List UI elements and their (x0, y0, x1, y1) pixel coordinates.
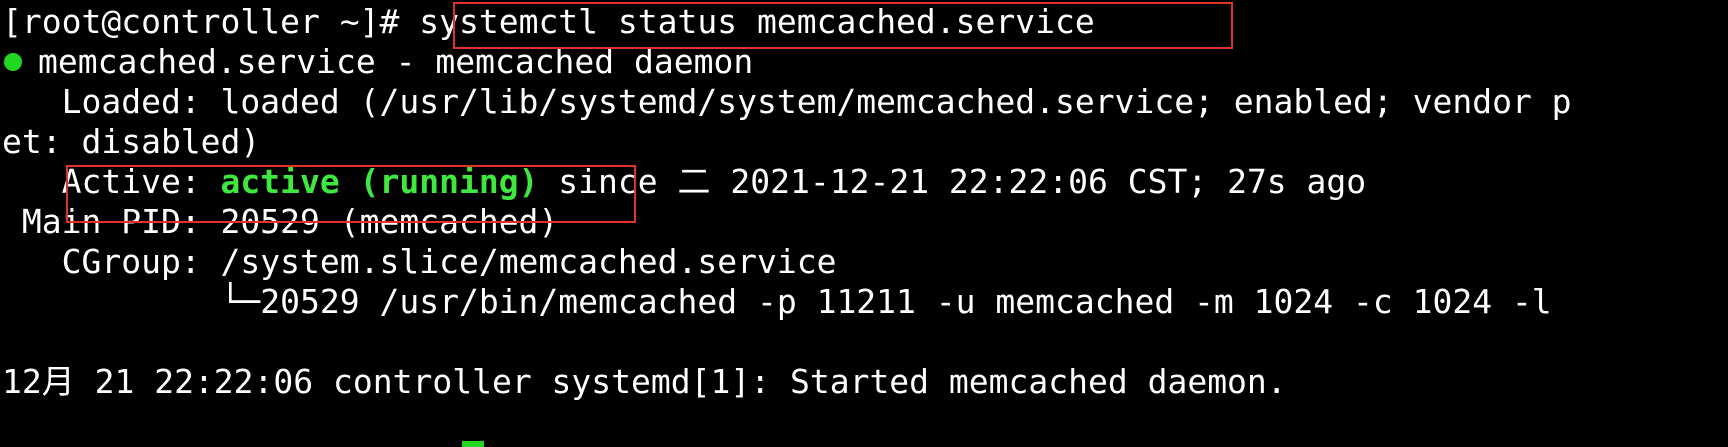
loaded-line-wrap: et: disabled) (2, 122, 261, 161)
cgroup-process-line: └─20529 /usr/bin/memcached -p 11211 -u m… (2, 282, 1552, 321)
active-since: since 二 2021-12-21 22:22:06 CST; 27s ago (538, 162, 1367, 201)
terminal-cursor (462, 441, 484, 447)
status-dot-icon (4, 53, 22, 71)
cgroup-line: CGroup: /system.slice/memcached.service (2, 242, 837, 281)
log-line: 12月 21 22:22:06 controller systemd[1]: S… (2, 362, 1287, 401)
command-highlight-box (453, 2, 1233, 49)
loaded-line: Loaded: loaded (/usr/lib/systemd/system/… (2, 82, 1572, 121)
terminal-window[interactable]: [root@controller ~]# systemctl status me… (0, 0, 1728, 447)
shell-prompt: [root@controller ~]# (2, 2, 420, 41)
active-status-highlight-box (66, 165, 636, 223)
